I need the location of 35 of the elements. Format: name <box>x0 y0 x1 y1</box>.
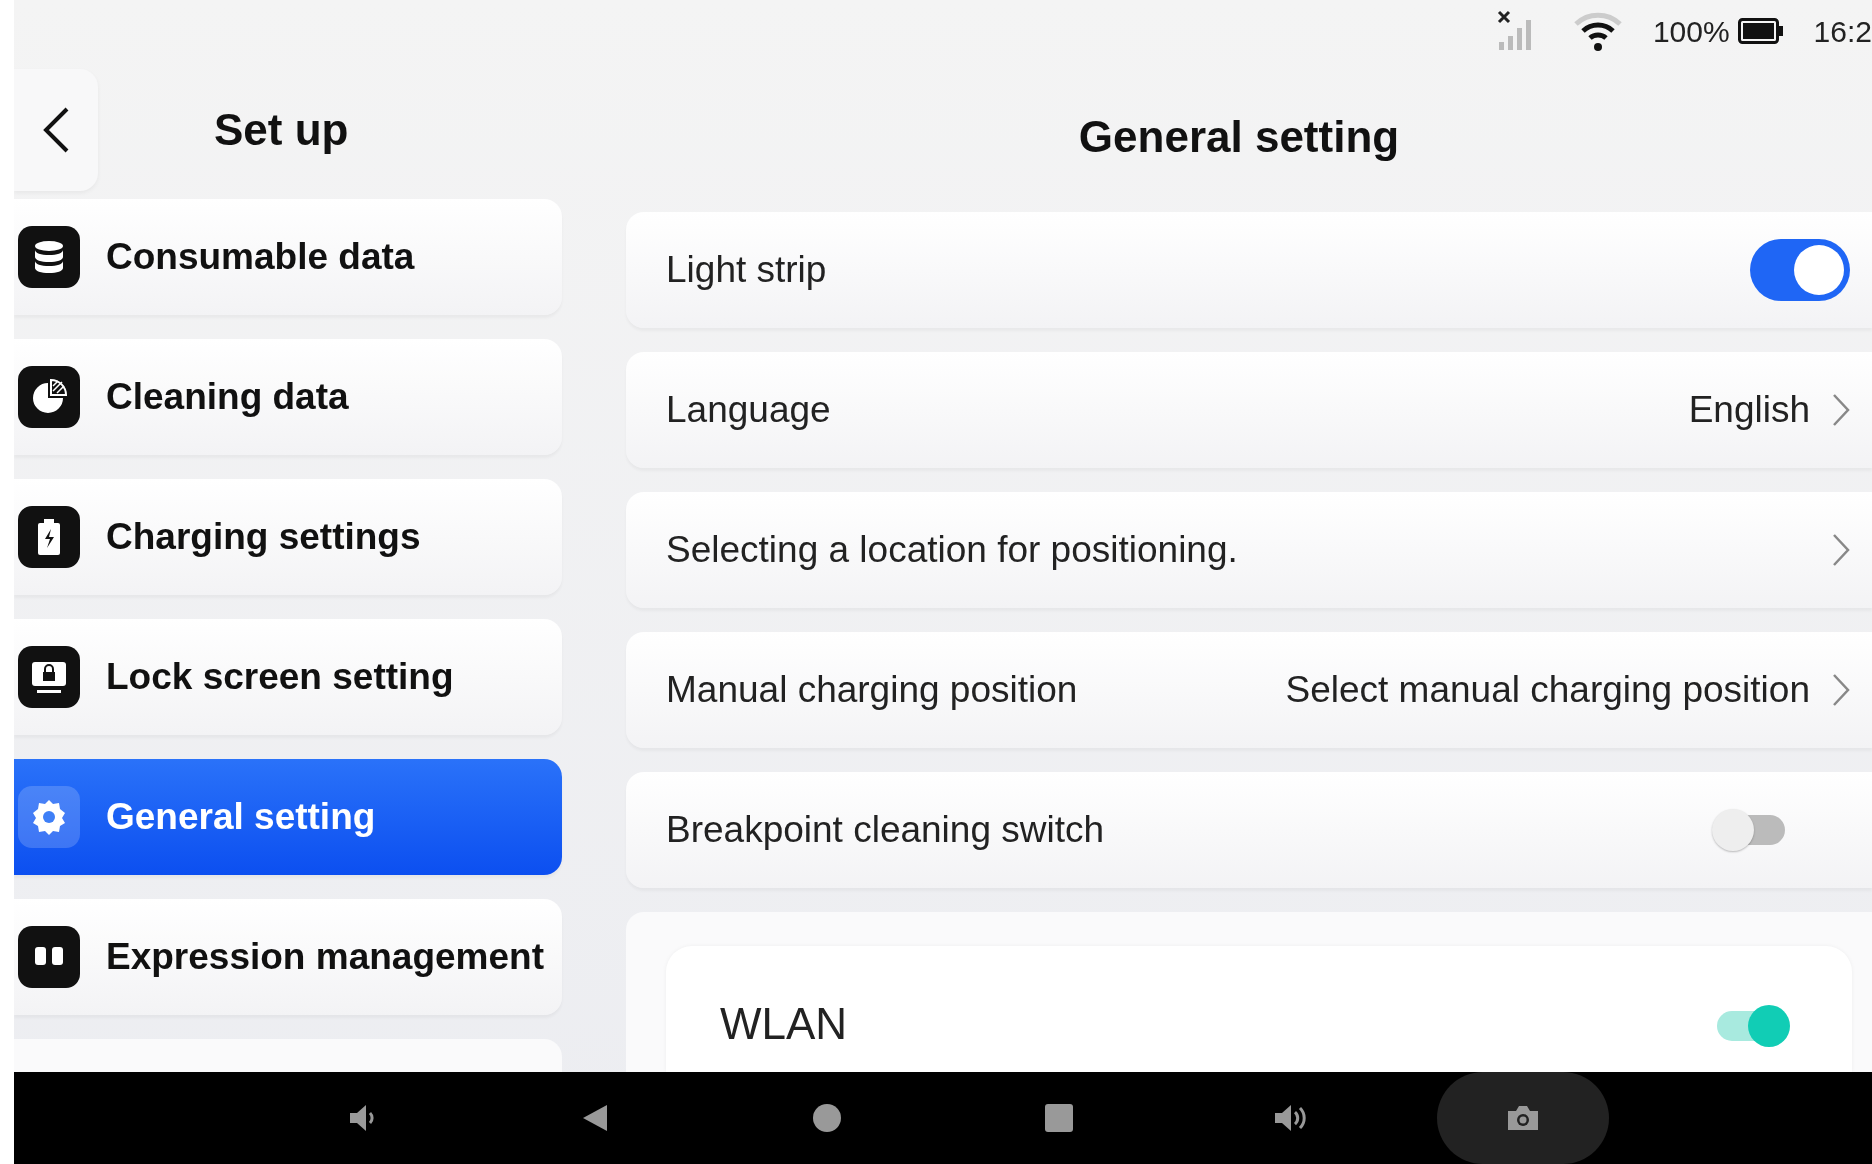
sidebar-item[interactable]: Lock screen setting <box>14 618 562 735</box>
camera-icon <box>1506 1104 1540 1132</box>
setting-value: English <box>1688 388 1810 433</box>
back-button[interactable] <box>14 69 98 192</box>
lock-monitor-icon <box>18 645 80 708</box>
page-title: General setting <box>1077 111 1401 163</box>
setting-label: Language <box>666 388 832 433</box>
chevron-right-icon <box>1832 673 1850 707</box>
wlan-label: WLAN <box>720 1002 849 1046</box>
wifi-icon <box>1572 10 1623 52</box>
battery-bolt-icon <box>18 505 80 568</box>
sidebar-item[interactable]: General setting <box>14 758 562 875</box>
sidebar-item[interactable]: Consumable data <box>14 198 562 315</box>
chevron-right-icon <box>1832 533 1850 567</box>
chevron-right-icon <box>1832 393 1850 427</box>
setting-label: Breakpoint cleaning switch <box>666 808 1106 853</box>
setting-row[interactable]: Language English <box>626 352 1872 468</box>
sidebar-item[interactable]: Charging settings <box>14 478 562 595</box>
sidebar-title: Set up <box>214 104 349 157</box>
sidebar-item[interactable]: Expression management <box>14 898 562 1015</box>
battery-percentage: 100% <box>1652 13 1730 50</box>
gear-icon <box>18 785 80 848</box>
database-icon <box>18 225 80 288</box>
battery-icon <box>1737 18 1784 44</box>
setting-label: Manual charging position <box>666 668 1079 713</box>
setting-value: Select manual charging position <box>1285 668 1810 713</box>
sidebar-item[interactable]: Cleaning data <box>14 338 562 455</box>
clock-time: 16:2 <box>1813 13 1872 50</box>
setting-row[interactable]: Selecting a location for positioning. <box>626 492 1872 608</box>
setting-label: Light strip <box>666 248 828 293</box>
pie-chart-icon <box>18 365 80 428</box>
setting-row[interactable]: Manual charging position Select manual charging position <box>626 632 1872 748</box>
two-eyes-icon <box>18 925 80 988</box>
sidebar-item[interactable] <box>14 1038 562 1072</box>
setting-label: Selecting a location for positioning. <box>666 528 1239 573</box>
